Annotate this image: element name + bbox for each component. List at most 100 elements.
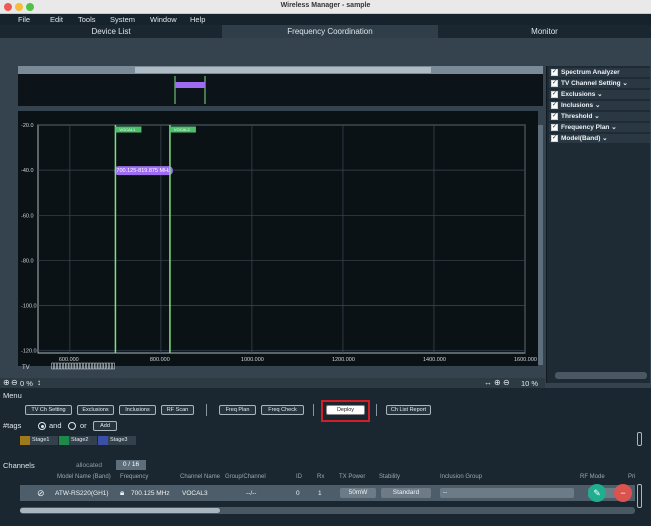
freq-check-button[interactable]: Freq Check: [261, 405, 304, 415]
tags-scrollbar[interactable]: [637, 432, 642, 446]
x-tick-label: 600.000: [59, 357, 79, 363]
add-tag-button[interactable]: Add: [93, 421, 117, 431]
col-stability[interactable]: Stability: [379, 474, 400, 480]
checkbox-icon[interactable]: [551, 123, 558, 131]
x-tick-label: 1000.000: [241, 357, 264, 363]
y-tick-label: -60.0: [21, 213, 34, 219]
panel-spectrum-analyzer[interactable]: Spectrum Analyzer: [549, 68, 650, 77]
menu-divider: [376, 404, 377, 416]
checkbox-icon[interactable]: [551, 134, 558, 142]
panel-item-label: Inclusions ⌄: [561, 102, 601, 109]
tag-stage1[interactable]: Stage1: [20, 436, 58, 445]
row-channel-name: VOCAL3: [182, 490, 208, 497]
overview-scroll-thumb[interactable]: [135, 67, 431, 73]
col-channel-name[interactable]: Channel Name: [180, 474, 220, 480]
col-rf-mode[interactable]: RF Mode: [580, 474, 605, 480]
menu-system[interactable]: System: [110, 15, 135, 24]
zoom-out-icon[interactable]: ⊖: [11, 378, 18, 387]
or-label: or: [80, 421, 87, 430]
freq-plan-button[interactable]: Freq Plan: [219, 405, 256, 415]
panel-item-label: Exclusions ⌄: [561, 91, 603, 98]
tag-stage3[interactable]: Stage3: [98, 436, 136, 445]
chevron-down-icon[interactable]: ⌄: [611, 124, 616, 131]
checkbox-icon[interactable]: [551, 79, 558, 87]
y-tick-label: -40.0: [21, 168, 34, 174]
allocated-label: allocated: [76, 462, 103, 469]
col-rx[interactable]: Rx: [317, 474, 324, 480]
checkbox-icon[interactable]: [551, 90, 558, 98]
panel-tv-channel-setting[interactable]: TV Channel Setting ⌄: [549, 79, 650, 88]
vertical-resize-icon[interactable]: ↕: [37, 378, 41, 387]
disabled-circle-icon[interactable]: ⊘: [37, 488, 45, 499]
deploy-button[interactable]: Deploy: [326, 405, 365, 415]
chevron-down-icon[interactable]: ⌄: [622, 80, 627, 87]
tv-channel-block: [100, 362, 104, 370]
panel-item-label: Threshold ⌄: [561, 113, 600, 120]
tv-channel-block: [57, 362, 60, 370]
plot-frame: [37, 124, 526, 354]
col-frequency[interactable]: Frequency: [120, 474, 148, 480]
chevron-down-icon[interactable]: ⌄: [595, 102, 600, 109]
checkbox-icon[interactable]: [551, 101, 558, 109]
col-id[interactable]: ID: [296, 474, 302, 480]
zoom-in-icon[interactable]: ⊕: [494, 378, 501, 387]
panel-scrollbar[interactable]: [555, 372, 647, 379]
inclusions-button[interactable]: Inclusions: [119, 405, 156, 415]
and-radio[interactable]: [38, 422, 46, 430]
tv-channel-block: [97, 362, 101, 370]
checkbox-icon[interactable]: [551, 68, 558, 76]
carrier-marker-label: VOCAL1: [119, 127, 136, 132]
row-group-channel: --/--: [246, 490, 257, 497]
exclusions-button[interactable]: Exclusions: [77, 405, 114, 415]
tab-monitor[interactable]: Monitor: [438, 25, 651, 38]
ch-list-report-button[interactable]: Ch List Report: [386, 405, 431, 415]
menu-tools[interactable]: Tools: [78, 15, 96, 24]
zoom-bar: ⊕ ⊖ 0 % ↕ ↔ ⊕ ⊖ 10 %: [0, 378, 545, 388]
frequency-range-label: 700.125-819.875 MHz: [116, 168, 171, 174]
horizontal-resize-icon[interactable]: ↔: [484, 378, 492, 387]
tv-channel-block: [68, 362, 72, 370]
menu-file[interactable]: File: [18, 15, 30, 24]
tv-channel-block: [60, 362, 63, 370]
panel-frequency-plan[interactable]: Frequency Plan ⌄: [549, 123, 650, 132]
channels-vertical-scrollbar[interactable]: [637, 484, 642, 508]
panel-inclusions[interactable]: Inclusions ⌄: [549, 101, 650, 110]
panel-threshold[interactable]: Threshold ⌄: [549, 112, 650, 121]
lock-icon[interactable]: 🔒︎: [120, 488, 124, 498]
chevron-down-icon[interactable]: ⌄: [597, 91, 602, 98]
tag-stage2[interactable]: Stage2: [59, 436, 97, 445]
col-group-channel[interactable]: Group/Channel: [225, 474, 266, 480]
channels-horizontal-scroll-thumb[interactable]: [20, 508, 220, 513]
zoom-right-value: 10 %: [521, 379, 539, 388]
tab-device-list[interactable]: Device List: [0, 25, 222, 38]
or-radio[interactable]: [68, 422, 76, 430]
menu-help[interactable]: Help: [190, 15, 205, 24]
panel-exclusions[interactable]: Exclusions ⌄: [549, 90, 650, 99]
panel-model-band[interactable]: Model(Band) ⌄: [549, 134, 650, 143]
menu-edit[interactable]: Edit: [50, 15, 63, 24]
y-tick-label: -80.0: [21, 258, 34, 264]
zoom-in-icon[interactable]: ⊕: [3, 378, 10, 387]
tv-channel-block: [71, 362, 75, 370]
col-tx-power[interactable]: TX Power: [339, 474, 365, 480]
tx-power-select[interactable]: 50mW: [340, 488, 376, 498]
col-pri[interactable]: Pri: [628, 474, 635, 480]
row-id: 0: [296, 490, 300, 497]
allocated-counter: 0 / 16: [116, 460, 146, 470]
col-inclusion-group[interactable]: Inclusion Group: [440, 474, 482, 480]
edit-icon[interactable]: ✎: [588, 484, 606, 502]
chevron-down-icon[interactable]: ⌄: [602, 135, 607, 142]
rf-scan-button[interactable]: RF Scan: [161, 405, 194, 415]
stability-select[interactable]: Standard: [381, 488, 431, 498]
menu-window[interactable]: Window: [150, 15, 177, 24]
checkbox-icon[interactable]: [551, 112, 558, 120]
remove-icon[interactable]: −: [614, 484, 632, 502]
zoom-out-icon[interactable]: ⊖: [503, 378, 510, 387]
inclusion-group-select[interactable]: --: [440, 488, 574, 498]
tv-channel-block: [83, 362, 86, 370]
plot-vertical-scrollbar[interactable]: [538, 125, 543, 365]
tv-ch-setting-button[interactable]: TV Ch Setting: [25, 405, 72, 415]
col-model[interactable]: Model Name (Band): [57, 474, 111, 480]
chevron-down-icon[interactable]: ⌄: [594, 113, 599, 120]
tab-frequency-coordination[interactable]: Frequency Coordination: [222, 25, 438, 38]
